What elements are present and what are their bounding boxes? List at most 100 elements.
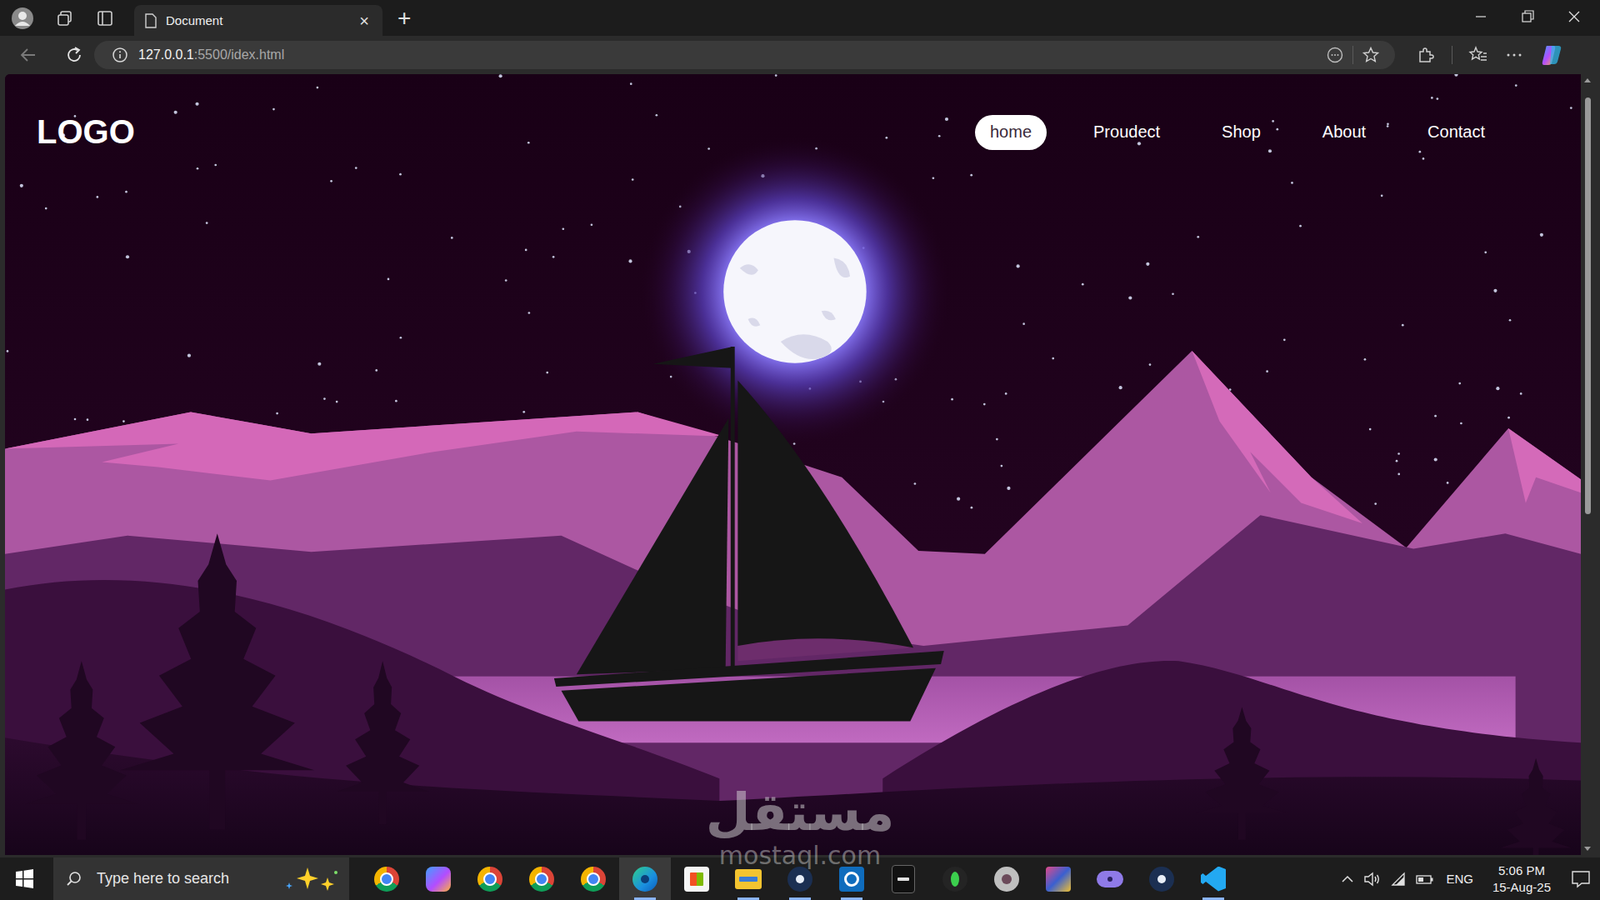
chrome-icon [477, 866, 503, 892]
taskbar-app[interactable] [619, 857, 671, 900]
app-icon [994, 866, 1020, 892]
controller-icon [1096, 870, 1124, 888]
language-indicator[interactable]: ENG [1445, 871, 1474, 886]
night-scene [5, 74, 1581, 855]
taskbar-app[interactable] [1032, 857, 1085, 900]
explorer-icon [735, 869, 762, 890]
favorites-icon[interactable] [1468, 45, 1489, 65]
search-icon [65, 870, 84, 889]
back-icon[interactable] [18, 45, 39, 65]
taskbar-apps [360, 857, 1240, 900]
game-icon [1045, 866, 1071, 892]
browser-viewport: LOGO home Proudect Shop About Contact [0, 74, 1600, 855]
notifications-icon[interactable] [1570, 869, 1592, 890]
toolbar: 127.0.0.1:5500/idex.html [0, 35, 1600, 75]
more-icon[interactable] [1504, 45, 1525, 65]
date: 15-Aug-25 [1492, 879, 1551, 896]
browser-tab[interactable]: Document × [134, 5, 383, 36]
nav-link[interactable]: Contact [1412, 115, 1500, 150]
site-header: LOGO home Proudect Shop About Contact [5, 74, 1581, 151]
taskbar: Type here to search ENG 5:06 PM 15-Aug-2… [0, 857, 1600, 900]
tab-close-button[interactable]: × [355, 12, 373, 30]
nav-link[interactable]: About [1307, 115, 1381, 150]
system-tray: ENG 5:06 PM 15-Aug-25 [1339, 862, 1600, 895]
watermark-latin: mostaql.com [719, 843, 881, 869]
edge-icon [632, 866, 658, 892]
scroll-down-icon[interactable] [1580, 843, 1595, 855]
chrome-icon [529, 866, 555, 892]
copilot-icon[interactable] [1540, 43, 1564, 67]
watermark-arabic: مستقل [705, 786, 895, 839]
profile-icon[interactable] [10, 6, 35, 30]
favorite-star-icon[interactable] [1361, 45, 1380, 65]
restore-icon[interactable] [1504, 0, 1551, 34]
back-mountains [5, 350, 1581, 855]
divider [1451, 45, 1453, 65]
divider [1352, 45, 1354, 65]
clock[interactable]: 5:06 PM 15-Aug-25 [1480, 862, 1563, 895]
workspaces-icon[interactable] [55, 9, 75, 28]
outlook-icon [839, 866, 865, 892]
chrome-icon [580, 866, 606, 892]
taskbar-app[interactable] [774, 857, 826, 900]
scroll-up-icon[interactable] [1580, 74, 1595, 86]
taskbar-app[interactable] [412, 857, 465, 900]
steam-icon [787, 866, 813, 892]
main-nav: home Proudect Shop About Contact [975, 115, 1500, 150]
taskbar-app[interactable] [670, 857, 723, 900]
extensions-icon[interactable] [1415, 45, 1436, 65]
scrollbar[interactable] [1580, 74, 1595, 855]
taskbar-app[interactable] [722, 857, 775, 900]
nav-link[interactable]: Shop [1206, 115, 1276, 150]
taskbar-app[interactable] [980, 857, 1033, 900]
url-text: 127.0.0.1:5500/idex.html [138, 47, 285, 63]
window-controls [1457, 0, 1598, 34]
search-box[interactable]: Type here to search [53, 857, 350, 900]
taskbar-app[interactable] [1135, 857, 1188, 900]
running-indicator [789, 897, 811, 900]
reader-mode-icon[interactable] [1325, 45, 1345, 65]
site-info-icon[interactable] [111, 46, 129, 64]
tab-bar: Document × + [0, 0, 1600, 36]
reload-icon[interactable] [64, 45, 85, 65]
web-page: LOGO home Proudect Shop About Contact [5, 74, 1581, 855]
windows-start-icon[interactable] [0, 857, 49, 900]
logo[interactable]: LOGO [36, 113, 135, 151]
search-placeholder: Type here to search [96, 870, 230, 888]
close-icon[interactable] [1550, 0, 1598, 34]
chrome-icon [374, 866, 400, 892]
running-indicator [840, 897, 863, 900]
running-indicator [1202, 897, 1225, 900]
address-bar[interactable]: 127.0.0.1:5500/idex.html [94, 40, 1395, 70]
taskbar-app[interactable] [464, 857, 516, 900]
taskbar-app[interactable] [877, 857, 930, 900]
taskbar-app[interactable] [1187, 857, 1240, 900]
sailboat [554, 346, 945, 722]
taskbar-app[interactable] [360, 857, 413, 900]
wifi-icon[interactable] [1389, 870, 1408, 888]
taskbar-app[interactable] [929, 857, 981, 900]
volume-icon[interactable] [1363, 870, 1382, 888]
taskbar-app[interactable] [1084, 857, 1136, 900]
moon [640, 136, 950, 447]
tab-title: Document [165, 13, 348, 28]
new-tab-button[interactable]: + [397, 6, 411, 30]
taskbar-app[interactable] [567, 857, 620, 900]
steam-icon [1149, 866, 1175, 892]
scroll-thumb[interactable] [1585, 97, 1591, 515]
tab-actions-icon[interactable] [95, 9, 115, 28]
minimize-icon[interactable] [1457, 0, 1505, 34]
running-indicator [634, 897, 656, 900]
battery-icon[interactable] [1415, 870, 1435, 888]
time: 5:06 PM [1498, 862, 1545, 880]
watermark: مستقل mostaql.com [0, 786, 1600, 869]
page-icon [144, 13, 158, 29]
taskbar-app[interactable] [515, 857, 568, 900]
chevron-up-icon[interactable] [1339, 870, 1356, 888]
epic-icon [891, 865, 915, 894]
store-icon [684, 866, 710, 892]
running-indicator [737, 897, 760, 900]
taskbar-app[interactable] [825, 857, 878, 900]
nav-link[interactable]: home [975, 115, 1047, 150]
nav-link[interactable]: Proudect [1078, 115, 1175, 150]
